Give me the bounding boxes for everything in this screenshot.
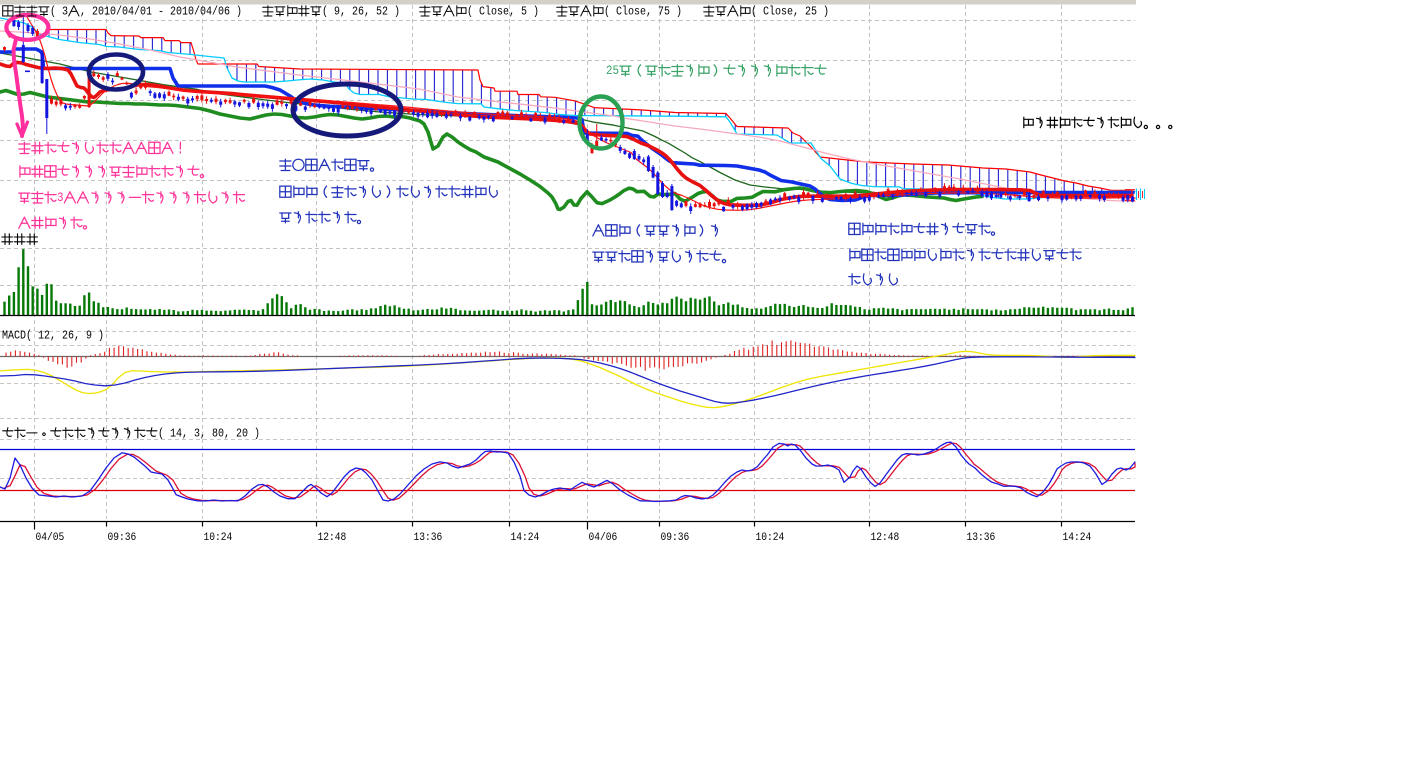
svg-text:10:24: 10:24 [204,532,233,544]
svg-text:13:36: 13:36 [414,532,443,544]
svg-text:( Close, 75 ): ( Close, 75 ) [604,4,682,18]
svg-text:09:36: 09:36 [108,532,137,544]
svg-text:MACD( 12, 26, 9 ): MACD( 12, 26, 9 ) [2,328,104,342]
svg-text:13:36: 13:36 [967,532,996,544]
svg-text:14:24: 14:24 [1063,532,1092,544]
svg-text:25: 25 [606,63,619,78]
svg-text:( 3: ( 3 [50,4,68,18]
svg-text:( 14, 3, 80, 20 ): ( 14, 3, 80, 20 ) [158,426,260,440]
svg-text:, 2010/04/01 - 2010/04/06 ): , 2010/04/01 - 2010/04/06 ) [80,4,242,18]
svg-text:14:24: 14:24 [511,532,540,544]
svg-text:( Close, 5 ): ( Close, 5 ) [467,4,539,18]
svg-text:12:48: 12:48 [318,532,347,544]
svg-text:10:24: 10:24 [756,532,785,544]
svg-text:04/05: 04/05 [36,532,65,544]
svg-text:04/06: 04/06 [589,532,618,544]
svg-text:3: 3 [57,190,64,205]
svg-text:( Close, 25 ): ( Close, 25 ) [751,4,829,18]
svg-text:09:36: 09:36 [661,532,690,544]
svg-text:( 9, 26, 52 ): ( 9, 26, 52 ) [322,4,400,18]
svg-text:12:48: 12:48 [871,532,900,544]
